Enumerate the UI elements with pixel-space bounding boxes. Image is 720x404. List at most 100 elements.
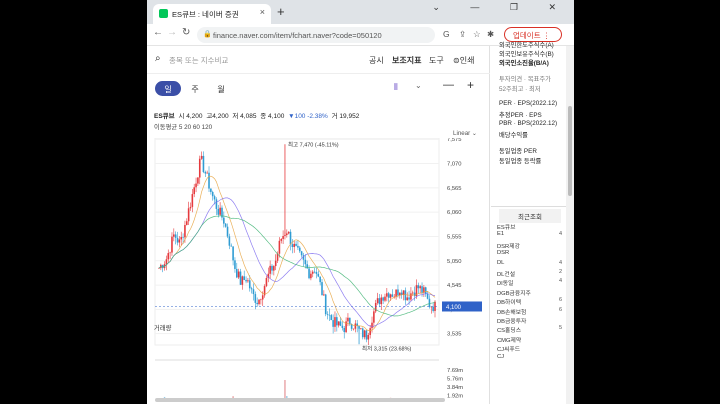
candle-body [243,276,246,280]
period-tab-week[interactable]: 주 [185,81,205,96]
recent-item[interactable]: DSR제강 [497,241,520,250]
period-tab-day[interactable]: 일 [155,81,181,96]
candle-body [278,240,281,254]
menu-tools[interactable]: 도구 [429,55,444,66]
recent-item[interactable]: DL건설 [497,269,515,278]
candle-body [300,251,303,256]
candle-body [315,271,318,274]
recent-item[interactable]: ES큐브 [497,222,515,231]
candle-body [376,298,379,304]
new-tab-button[interactable]: + [277,4,285,19]
menu-disclosure[interactable]: 공시 [369,55,384,66]
foreign-holding: 외국인보유주식수(B) [499,51,554,58]
recent-item[interactable]: CMG제약 [497,335,521,344]
candle-body [363,330,366,338]
candle-body [432,306,434,311]
candle-body [256,302,258,305]
forward-icon[interactable]: → [167,27,177,38]
candle-body [341,325,344,329]
candle-body [237,271,240,278]
candle-body [217,208,220,215]
foreign-ratio: 외국인소진율(B/A) [499,60,549,67]
candle-body [213,196,216,200]
candle-body [271,265,273,271]
bookmark-star-icon[interactable]: ☆ [473,29,481,40]
candle-body [282,235,284,239]
candle-body [321,282,323,296]
candle-body [187,208,190,222]
candle-type-icon[interactable]: ⫴ [394,82,398,93]
zoom-out-icon[interactable]: — [443,79,454,91]
candle-body [202,155,205,173]
candle-body [426,293,429,299]
candle-body [185,221,188,225]
tab-close-button[interactable]: × [260,7,265,17]
candle-body [223,217,225,224]
plot-area [154,138,440,346]
candle-body [239,271,242,285]
address-bar[interactable]: 🔒 finance.naver.com/item/fchart.naver?co… [197,27,435,43]
lock-icon: 🔒 [203,31,212,38]
candle-body [387,293,390,298]
browser-tab[interactable]: ES큐브 : 네이버 증권 × [153,4,271,24]
close-price: 종 4,100 [260,113,285,120]
candle-body [428,298,431,308]
panel-scrollbar[interactable] [566,46,574,404]
price-tick-label: 6,565 [447,186,462,192]
window-controls[interactable]: ⌄ — ❐ ✕ [432,2,570,13]
candle-body [184,224,186,238]
candle-body [404,290,407,301]
candle-body [171,236,173,253]
compare-search-input[interactable]: 종목 또는 지수비교 [169,55,228,66]
volume-tick-label: 1.92m [447,394,463,400]
period-tab-month[interactable]: 월 [211,81,231,96]
scale-select[interactable]: Linear ⌄ [453,130,477,137]
reload-icon[interactable]: ↻ [182,27,190,38]
share-icon[interactable]: ⇪ [459,29,466,40]
menu-indicators[interactable]: 보조지표 [392,55,421,66]
recent-item[interactable]: DB금융투자 [497,316,526,325]
price-tick-label: 3,535 [447,332,462,338]
chart-scrollbar[interactable] [155,398,445,402]
back-icon[interactable]: ← [153,27,163,38]
price-tick-label: 4,545 [447,283,462,289]
recent-item[interactable]: DL [497,260,504,266]
candle-body [265,278,268,287]
search-icon[interactable]: ⌕ [155,53,161,64]
candle-body [304,259,307,265]
recent-item[interactable]: E1 [497,231,504,237]
recent-item[interactable]: DB하이텍 [497,297,521,306]
recent-divider [491,206,566,207]
chevron-down-icon[interactable]: ⌄ [415,81,422,90]
volume-tick-label: 3.84m [447,385,463,391]
zoom-in-icon[interactable]: + [467,78,474,92]
price-chart[interactable]: 7,5757,0706,5656,0605,5555,0504,5454,040… [147,138,490,400]
candle-body [286,233,288,236]
candle-body [411,292,414,294]
recent-item[interactable]: DB손해보험 [497,307,526,316]
recent-item[interactable]: DI동일 [497,278,513,287]
stock-summary-panel: 외국인한도주식수(A) 외국인보유주식수(B) 외국인소진율(B/A) 투자의견… [491,42,574,404]
candle-body [328,314,331,316]
recent-item[interactable]: CJ [497,354,504,360]
high-price: 고4,200 [206,113,229,120]
candle-body [258,299,260,305]
candle-body [323,294,325,296]
open-price: 시 4,200 [178,113,203,120]
candle-body [173,234,175,237]
extensions-icon[interactable]: ✱ [487,29,494,40]
candle-body [261,295,264,300]
candle-body [308,268,310,279]
candle-body [269,265,271,274]
volume-tick-label: 7.69m [447,368,463,374]
page-content: ⌕ 종목 또는 지수비교 공시 보조지표 도구 ⊜인쇄 일 주 월 ⫴ ⌄ — … [147,42,574,404]
recent-item[interactable]: CJ씨푸드 [497,344,520,353]
menu-print[interactable]: ⊜인쇄 [453,55,474,66]
candle-body [167,253,170,260]
candle-body [219,207,221,215]
week52-range: 52주최고 · 최저 [499,86,541,93]
recent-item[interactable]: DSR [497,250,509,256]
google-icon[interactable]: G [443,29,450,39]
recent-item[interactable]: DGB금융지주 [497,288,531,297]
recent-item[interactable]: CS홀딩스 [497,325,521,334]
